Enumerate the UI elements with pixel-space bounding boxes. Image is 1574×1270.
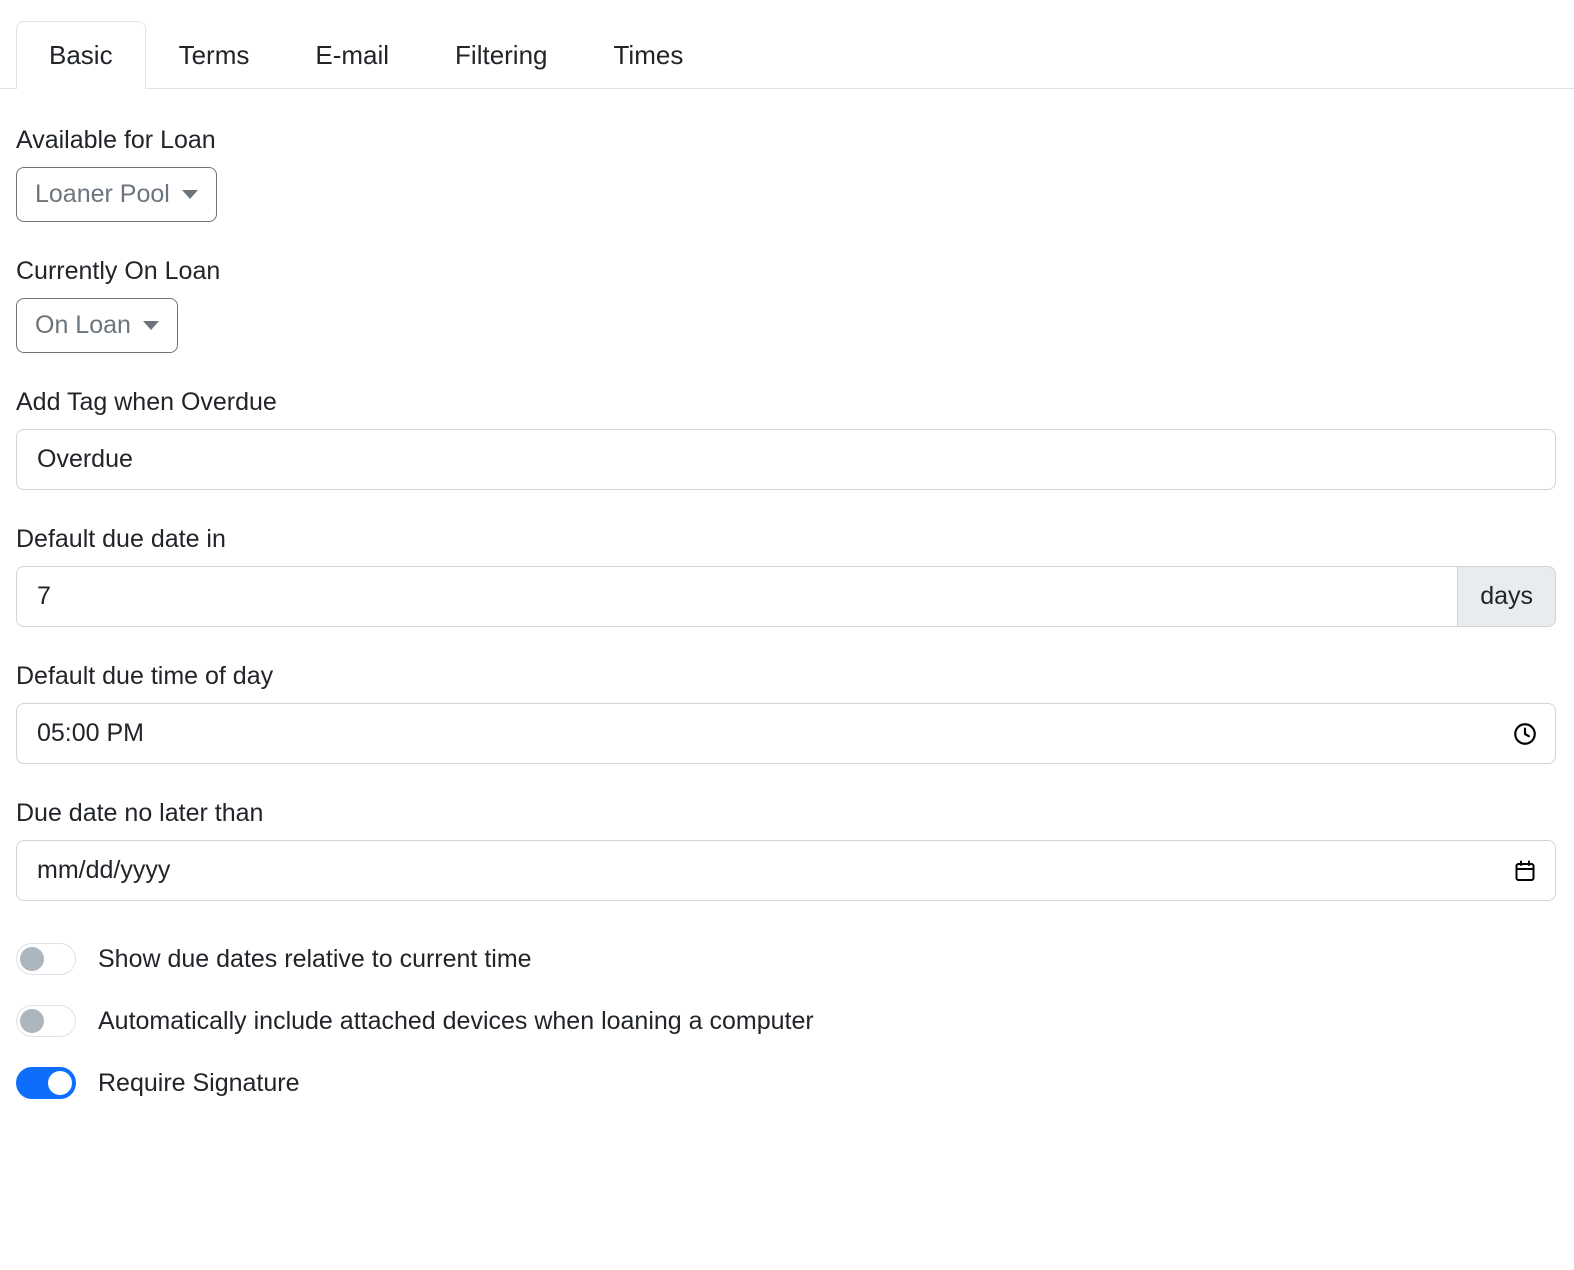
switch-row-relative-due-dates[interactable]: Show due dates relative to current time [16, 943, 1558, 975]
default-due-time-input[interactable] [16, 703, 1556, 764]
tab-strip: Basic Terms E-mail Filtering Times [0, 0, 1574, 89]
default-due-date-in-input[interactable] [16, 566, 1458, 627]
tab-basic[interactable]: Basic [16, 21, 146, 89]
overdue-tag-input[interactable] [16, 429, 1556, 490]
available-for-loan-dropdown[interactable]: Loaner Pool [16, 167, 217, 222]
toggle-knob [48, 1071, 72, 1095]
overdue-tag-label: Add Tag when Overdue [16, 388, 277, 416]
available-for-loan-label: Available for Loan [16, 126, 216, 154]
overdue-tag-row [16, 429, 1556, 490]
toggle-label-include-attached-devices: Automatically include attached devices w… [98, 1007, 814, 1035]
available-for-loan-dropdown-value: Loaner Pool [35, 180, 170, 208]
due-date-no-later-than-row [16, 840, 1556, 901]
switch-row-include-attached-devices[interactable]: Automatically include attached devices w… [16, 1005, 1558, 1037]
currently-on-loan-dropdown-value: On Loan [35, 311, 131, 339]
toggle-show-relative-due-dates[interactable] [16, 943, 76, 975]
toggle-knob [20, 947, 44, 971]
tab-times[interactable]: Times [581, 21, 717, 89]
due-date-no-later-than-label: Due date no later than [16, 799, 264, 827]
toggle-label-require-signature: Require Signature [98, 1069, 300, 1097]
chevron-down-icon [181, 190, 198, 199]
clock-icon[interactable] [1512, 721, 1538, 747]
switch-row-require-signature[interactable]: Require Signature [16, 1067, 1558, 1099]
toggle-label-show-relative-due-dates: Show due dates relative to current time [98, 945, 532, 973]
calendar-icon[interactable] [1512, 858, 1538, 884]
toggle-require-signature[interactable] [16, 1067, 76, 1099]
currently-on-loan-label: Currently On Loan [16, 257, 221, 285]
toggle-include-attached-devices[interactable] [16, 1005, 76, 1037]
days-unit-addon: days [1457, 566, 1556, 627]
currently-on-loan-dropdown[interactable]: On Loan [16, 298, 178, 353]
chevron-down-icon [142, 321, 159, 330]
default-due-time-row [16, 703, 1556, 764]
due-date-no-later-than-input[interactable] [16, 840, 1556, 901]
default-due-date-in-label: Default due date in [16, 525, 226, 553]
tab-filtering[interactable]: Filtering [422, 21, 580, 89]
toggle-knob [20, 1009, 44, 1033]
default-due-time-label: Default due time of day [16, 662, 274, 690]
basic-settings-form: Available for Loan Loaner Pool Currently… [0, 125, 1574, 1099]
default-due-date-in-row: days [16, 566, 1556, 627]
tab-email[interactable]: E-mail [282, 21, 422, 89]
tab-terms[interactable]: Terms [146, 21, 283, 89]
